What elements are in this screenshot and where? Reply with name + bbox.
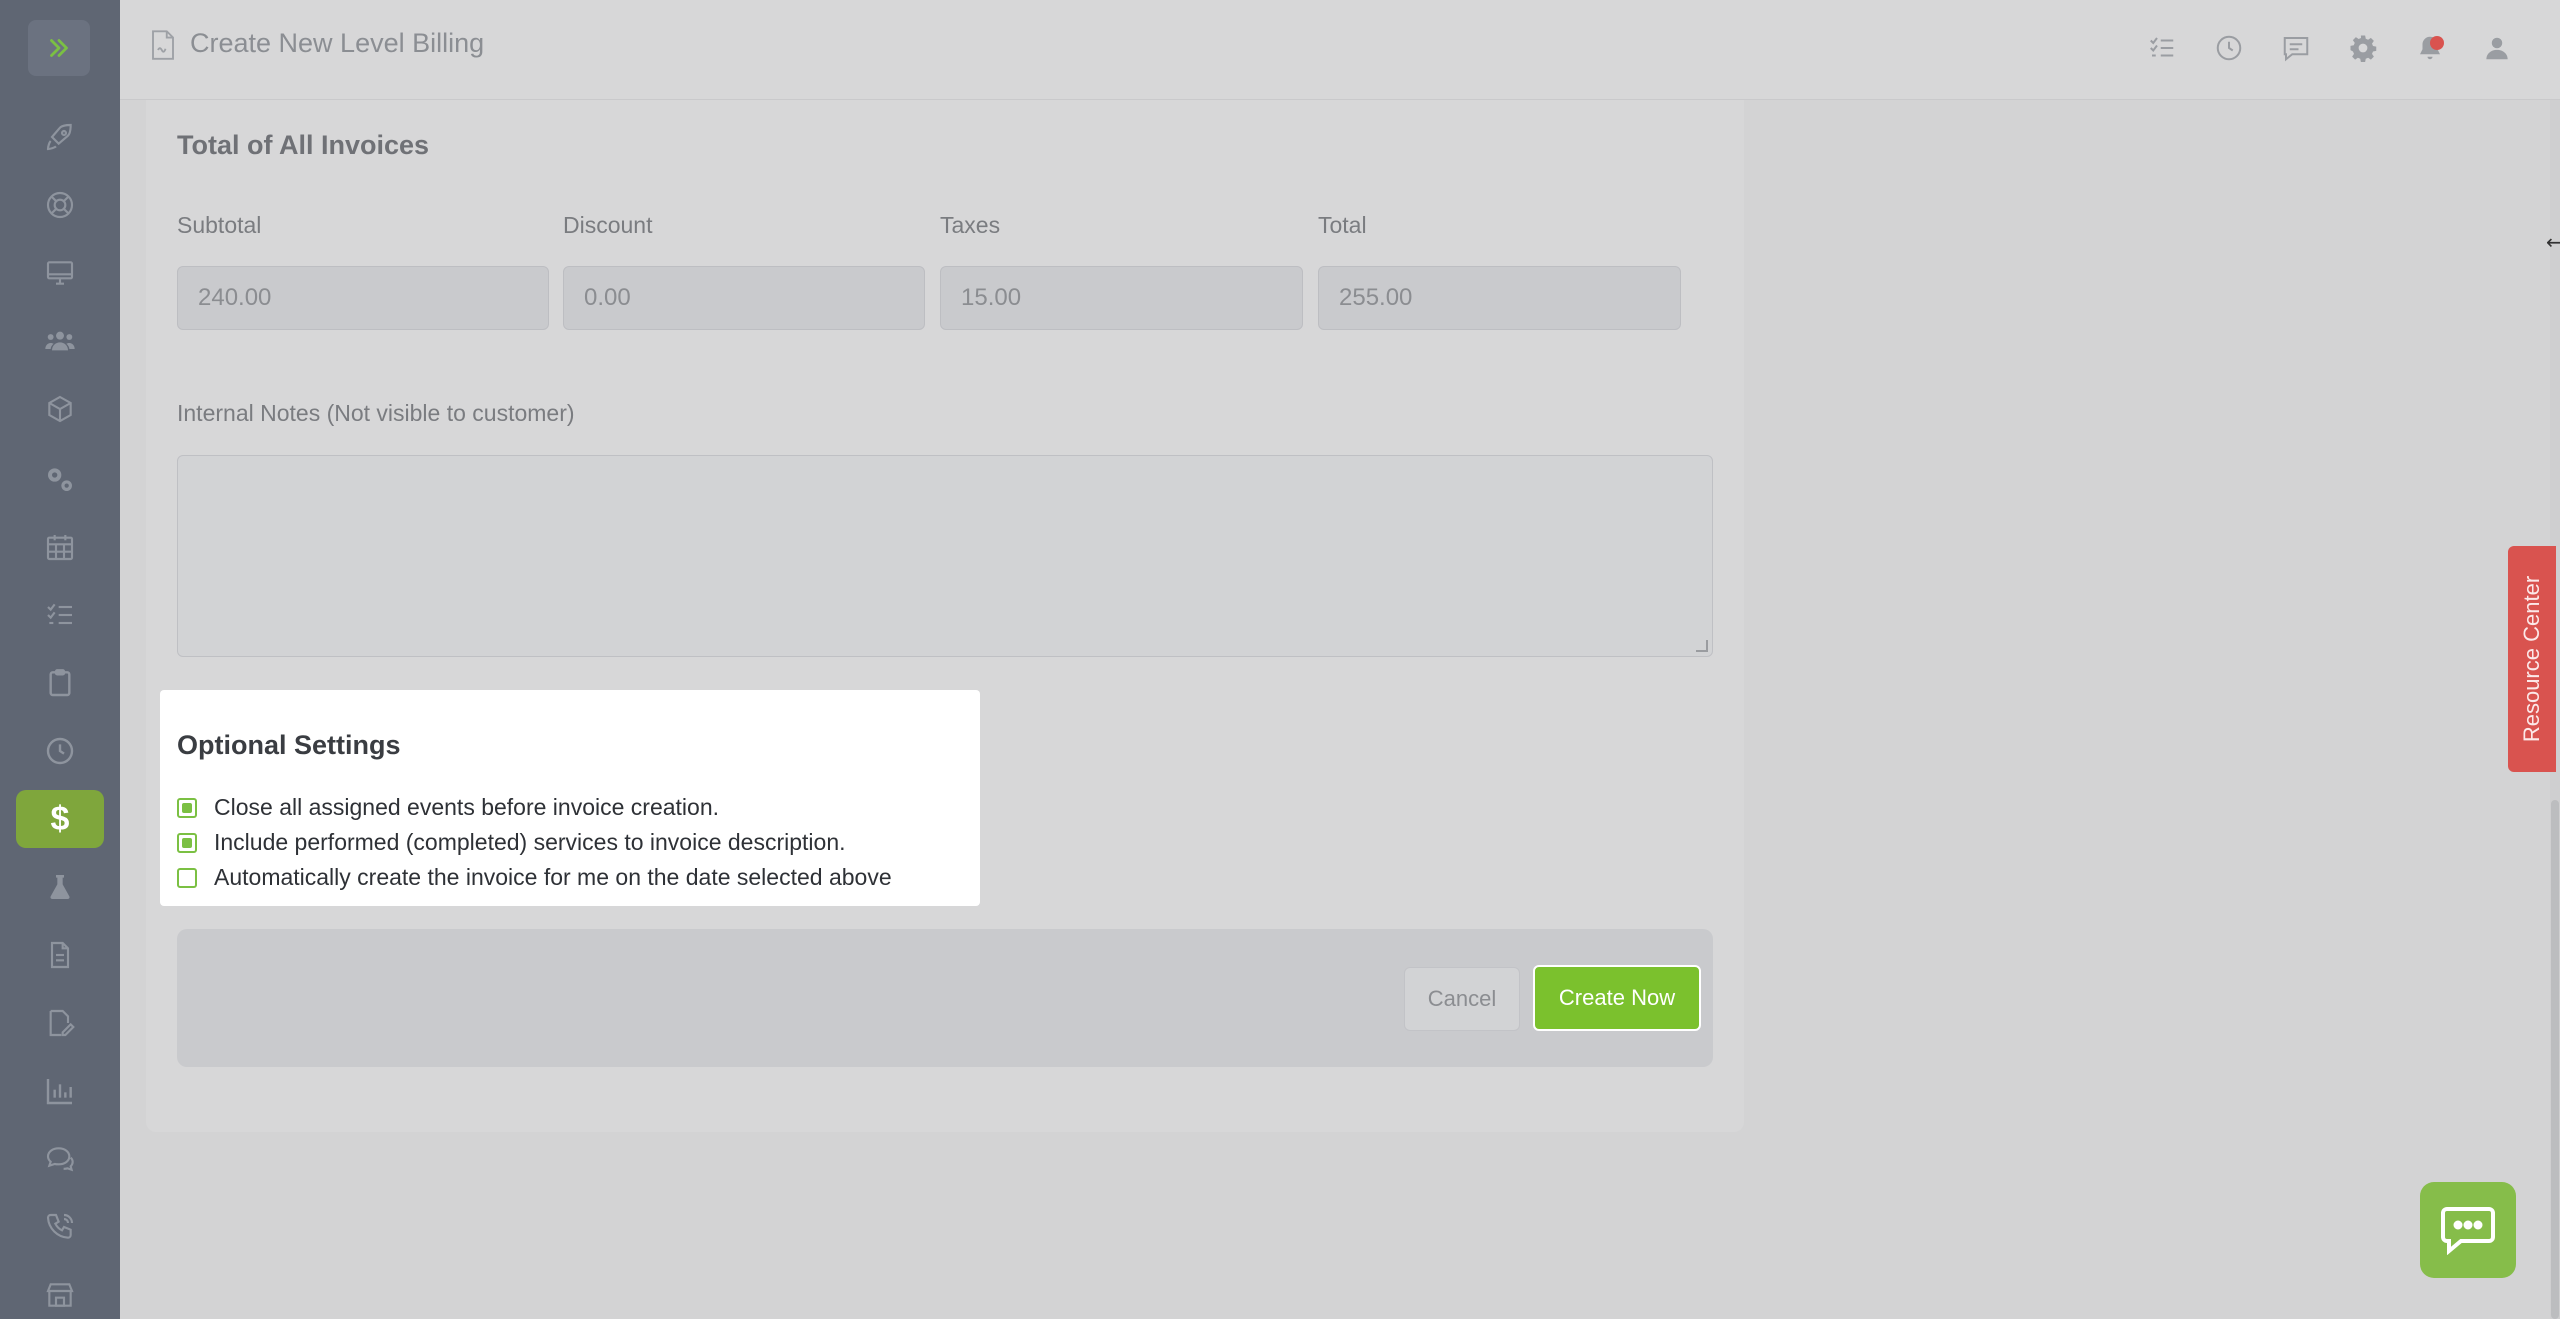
sidebar: $ [0, 0, 120, 1319]
checklist-icon [47, 603, 72, 625]
taxes-label: Taxes [940, 212, 1001, 238]
users-icon [45, 331, 75, 351]
sidebar-item-messages[interactable] [16, 1130, 104, 1188]
checklist-icon [2150, 37, 2174, 57]
phone-icon [46, 1213, 74, 1239]
option-auto-create[interactable]: Automatically create the invoice for me … [177, 864, 892, 891]
sidebar-item-support[interactable] [16, 176, 104, 234]
chat-icon [46, 1147, 74, 1172]
messages-button[interactable] [2274, 26, 2318, 70]
notifications-button[interactable] [2408, 26, 2452, 70]
option-include-services[interactable]: Include performed (completed) services t… [177, 829, 846, 856]
sidebar-item-billing[interactable]: $ [16, 790, 104, 848]
sidebar-item-tasks[interactable] [16, 586, 104, 644]
mouse-cursor-icon: ⟷ [2546, 230, 2560, 255]
gears-icon [48, 468, 72, 491]
subtotal-label: Subtotal [177, 212, 262, 238]
optional-settings-panel: Optional Settings Close all assigned eve… [160, 690, 980, 906]
document-icon [50, 941, 70, 969]
discount-label: Discount [563, 212, 653, 238]
option-label: Automatically create the invoice for me … [214, 864, 892, 890]
gear-icon [2350, 35, 2377, 62]
sidebar-item-users[interactable] [16, 312, 104, 370]
optional-settings-title: Optional Settings [177, 730, 401, 760]
sidebar-toggle-button[interactable] [28, 20, 90, 76]
box-icon [48, 395, 72, 423]
internal-notes-textarea[interactable] [177, 455, 1713, 657]
option-label: Include performed (completed) services t… [214, 829, 846, 855]
subtotal-field[interactable]: 240.00 [177, 266, 549, 330]
include-services-checkbox[interactable] [177, 832, 197, 853]
taxes-field[interactable]: 15.00 [940, 266, 1303, 330]
clock-icon [46, 737, 74, 765]
user-icon [2486, 37, 2508, 60]
store-icon [46, 1283, 74, 1307]
total-label: Total [1318, 212, 1367, 238]
sidebar-item-products[interactable] [16, 380, 104, 438]
lifebuoy-icon [46, 191, 74, 219]
option-label: Close all assigned events before invoice… [214, 794, 720, 820]
top-icons [2140, 26, 2560, 70]
total-field[interactable]: 255.00 [1318, 266, 1681, 330]
clipboard-icon [49, 669, 71, 697]
page-title: Create New Level Billing [190, 28, 485, 58]
notification-badge [2430, 36, 2444, 50]
top-bar: Create New Level Billing [120, 0, 2560, 100]
flask-icon [50, 875, 70, 899]
sidebar-item-clipboard[interactable] [16, 654, 104, 712]
create-now-button[interactable]: Create Now [1533, 965, 1701, 1031]
sidebar-item-store[interactable] [16, 1266, 104, 1319]
discount-field[interactable]: 0.00 [563, 266, 925, 330]
resource-center-tab[interactable]: Resource Center [2508, 546, 2556, 772]
message-icon [2283, 37, 2309, 62]
profile-button[interactable] [2475, 26, 2519, 70]
sidebar-item-documents[interactable] [16, 926, 104, 984]
history-button[interactable] [2207, 26, 2251, 70]
scrollbar-thumb[interactable] [2551, 800, 2559, 1319]
chat-bubble-icon [2441, 1207, 2495, 1255]
signature-icon [49, 1009, 75, 1037]
sidebar-item-time[interactable] [16, 722, 104, 780]
close-events-checkbox[interactable] [177, 797, 197, 818]
sidebar-item-calendar[interactable] [16, 518, 104, 576]
resize-handle[interactable] [1696, 640, 1708, 652]
cancel-button[interactable]: Cancel [1404, 967, 1520, 1031]
billing-form-card: Total of All Invoices Subtotal Discount … [146, 100, 1744, 1132]
clock-icon [2216, 35, 2242, 61]
double-chevron-right-icon [50, 39, 68, 57]
sidebar-item-lab[interactable] [16, 858, 104, 916]
sidebar-item-calls[interactable] [16, 1198, 104, 1256]
chart-icon [46, 1079, 72, 1105]
sidebar-item-contracts[interactable] [16, 994, 104, 1052]
form-action-bar: Cancel Create Now [177, 929, 1713, 1067]
sidebar-item-settings[interactable] [16, 450, 104, 508]
dollar-icon: $ [50, 799, 70, 838]
rocket-icon [46, 123, 72, 151]
internal-notes-label: Internal Notes (Not visible to customer) [177, 400, 575, 426]
monitor-icon [46, 261, 74, 285]
calendar-icon [46, 535, 74, 561]
resource-center-label: Resource Center [2519, 575, 2544, 743]
sidebar-item-reports[interactable] [16, 1062, 104, 1120]
totals-section-title: Total of All Invoices [177, 130, 430, 160]
settings-button[interactable] [2341, 26, 2385, 70]
tasks-button[interactable] [2140, 26, 2184, 70]
sidebar-item-monitor[interactable] [16, 244, 104, 302]
chat-widget-button[interactable] [2420, 1182, 2516, 1278]
sidebar-item-rocket[interactable] [16, 108, 104, 166]
option-close-events[interactable]: Close all assigned events before invoice… [177, 794, 719, 821]
invoice-document-icon [152, 30, 174, 60]
auto-create-checkbox[interactable] [177, 867, 197, 888]
